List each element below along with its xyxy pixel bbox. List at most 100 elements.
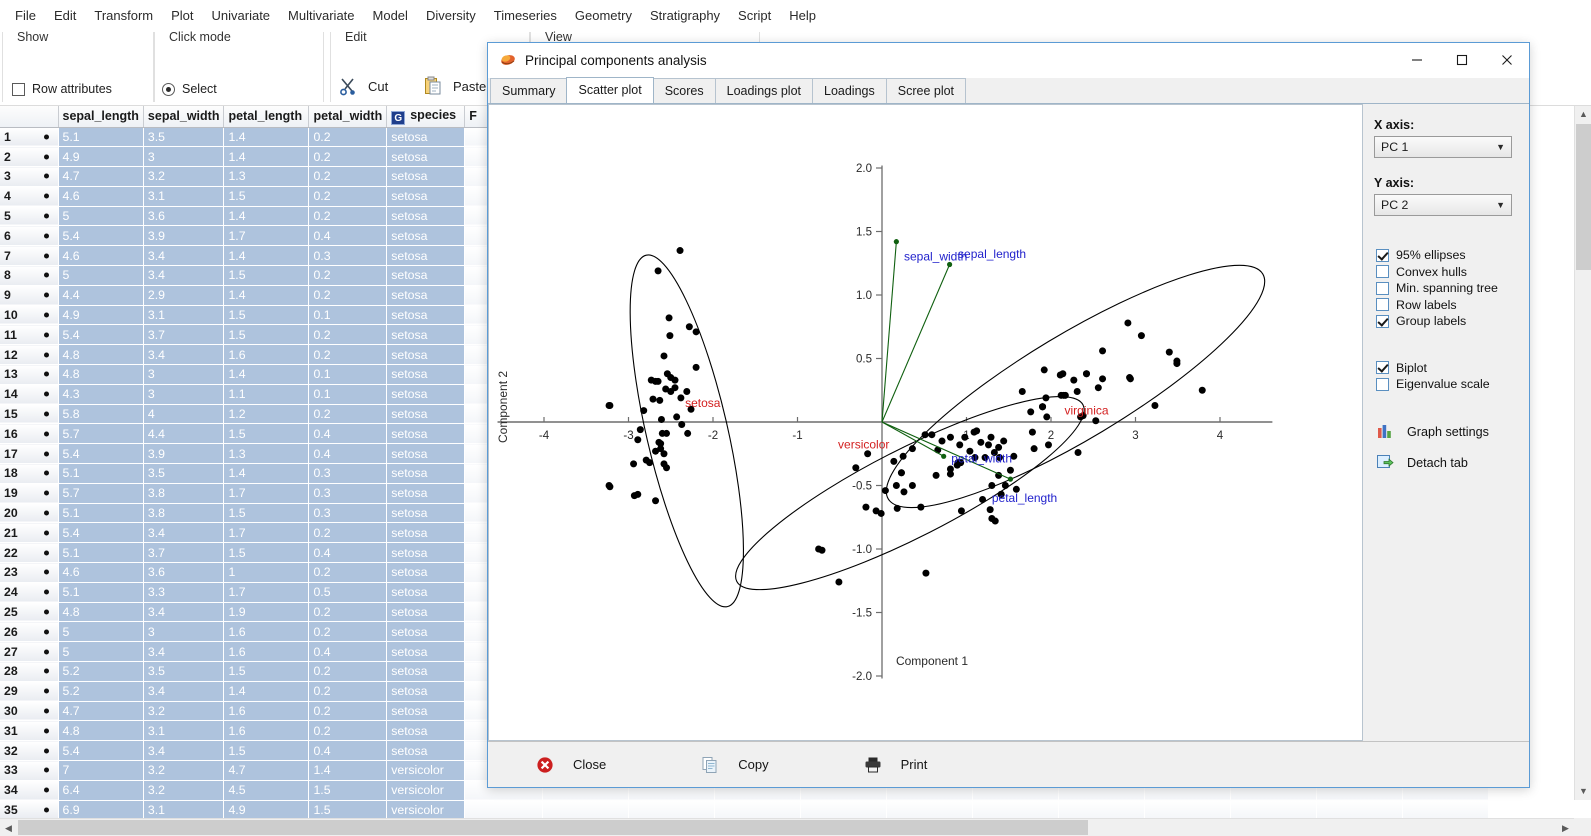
table-cell[interactable]: setosa (386, 225, 466, 247)
table-cell[interactable]: setosa (386, 602, 466, 623)
table-cell[interactable]: 3 (143, 146, 225, 168)
checkbox-biplot[interactable]: Biplot (1376, 361, 1529, 375)
table-cell[interactable]: setosa (386, 621, 466, 643)
tab-loadings-plot[interactable]: Loadings plot (714, 78, 813, 103)
row-header[interactable]: 23 (0, 562, 59, 583)
table-cell[interactable]: 0.2 (308, 127, 388, 148)
table-cell-empty[interactable] (628, 800, 716, 818)
table-cell[interactable]: 3.1 (143, 720, 225, 742)
table-cell[interactable]: 3.9 (143, 443, 225, 465)
row-header[interactable]: 26 (0, 621, 59, 643)
radio-button-select[interactable] (162, 82, 175, 96)
row-header[interactable]: 19 (0, 483, 59, 504)
minimize-button[interactable] (1394, 43, 1439, 77)
table-cell[interactable]: 4.4 (143, 423, 225, 445)
table-cell[interactable]: setosa (386, 641, 466, 663)
table-cell[interactable]: 3.1 (143, 186, 225, 207)
table-cell[interactable]: 1.5 (223, 503, 310, 524)
table-cell[interactable]: 1.4 (223, 146, 310, 168)
row-header[interactable]: 27 (0, 641, 59, 663)
table-cell[interactable]: 0.2 (308, 621, 388, 643)
table-cell[interactable]: setosa (386, 285, 466, 306)
menu-item-univariate[interactable]: Univariate (203, 4, 280, 27)
table-cell[interactable]: setosa (386, 740, 466, 761)
checkbox-box-row-labels[interactable] (1376, 298, 1389, 311)
menu-item-timeseries[interactable]: Timeseries (485, 4, 566, 27)
menu-item-multivariate[interactable]: Multivariate (279, 4, 363, 27)
checkbox-box-biplot[interactable] (1376, 361, 1389, 374)
table-cell[interactable]: 5 (58, 641, 144, 663)
x-axis-select[interactable]: PC 1 ▼ (1374, 136, 1512, 158)
row-header[interactable]: 35 (0, 800, 59, 818)
vertical-scrollbar[interactable]: ▲ ▼ (1574, 106, 1591, 800)
table-cell[interactable]: 0.2 (308, 186, 388, 207)
table-cell[interactable]: 1.6 (223, 720, 310, 742)
table-cell[interactable]: versicolor (386, 780, 466, 801)
table-cell[interactable]: 4.6 (58, 562, 144, 583)
table-cell[interactable]: 0.2 (308, 166, 388, 187)
menu-item-plot[interactable]: Plot (162, 4, 202, 27)
table-cell[interactable]: setosa (386, 384, 466, 405)
table-cell-empty[interactable] (1058, 800, 1146, 818)
table-cell[interactable]: 1.7 (223, 483, 310, 504)
table-cell[interactable]: 4.4 (58, 285, 144, 306)
table-cell[interactable]: setosa (386, 483, 466, 504)
table-cell[interactable]: 1.5 (223, 423, 310, 445)
graph-settings-button[interactable]: Graph settings (1376, 422, 1529, 442)
table-cell[interactable]: 0.3 (308, 463, 388, 484)
table-cell[interactable]: 3.5 (143, 463, 225, 484)
row-header[interactable]: 20 (0, 503, 59, 524)
table-cell[interactable]: setosa (386, 344, 466, 366)
table-cell[interactable]: 3 (143, 364, 225, 385)
row-header[interactable]: 24 (0, 582, 59, 603)
table-cell[interactable]: 1.5 (223, 305, 310, 326)
radio-select[interactable]: Select (162, 82, 217, 96)
table-cell[interactable]: 7 (58, 760, 144, 781)
table-cell-empty[interactable] (1316, 800, 1404, 818)
table-cell[interactable]: 0.2 (308, 146, 388, 168)
table-cell-empty[interactable] (1402, 800, 1490, 818)
table-cell[interactable]: 4.8 (58, 720, 144, 742)
table-cell[interactable]: 0.4 (308, 423, 388, 445)
close-button[interactable] (1484, 43, 1529, 77)
table-cell[interactable]: setosa (386, 146, 466, 168)
row-header[interactable]: 33 (0, 760, 59, 781)
row-header[interactable]: 22 (0, 542, 59, 564)
table-cell-empty[interactable] (542, 800, 630, 818)
table-cell[interactable]: setosa (386, 542, 466, 564)
table-cell[interactable]: 1.5 (223, 542, 310, 564)
footer-close-button[interactable]: Close (535, 755, 606, 775)
tab-loadings[interactable]: Loadings (812, 78, 887, 103)
row-header[interactable]: 6 (0, 225, 59, 247)
checkbox-box-row-attributes[interactable] (12, 82, 25, 96)
vertical-scroll-thumb[interactable] (1576, 124, 1591, 270)
row-header[interactable]: 28 (0, 661, 59, 682)
table-cell[interactable]: 4.7 (58, 166, 144, 187)
table-cell[interactable]: 0.2 (308, 285, 388, 306)
horizontal-scrollbar[interactable]: ◀ ▶ (0, 818, 1591, 836)
table-cell[interactable]: 3.2 (143, 780, 225, 801)
row-header[interactable]: 18 (0, 463, 59, 484)
row-header[interactable]: 31 (0, 720, 59, 742)
table-cell[interactable]: 4.9 (58, 305, 144, 326)
row-header[interactable]: 12 (0, 344, 59, 366)
table-cell[interactable]: 5.1 (58, 503, 144, 524)
menu-item-diversity[interactable]: Diversity (417, 4, 485, 27)
menu-item-transform[interactable]: Transform (85, 4, 162, 27)
column-header-petal-length[interactable]: petal_length (223, 106, 310, 128)
table-cell[interactable]: 1.4 (223, 681, 310, 702)
row-header[interactable]: 3 (0, 166, 59, 187)
menu-item-geometry[interactable]: Geometry (566, 4, 641, 27)
table-cell[interactable]: 3.7 (143, 542, 225, 564)
tab-summary[interactable]: Summary (490, 78, 568, 103)
table-cell[interactable]: 3 (143, 384, 225, 405)
table-cell[interactable]: setosa (386, 503, 466, 524)
table-cell[interactable]: setosa (386, 324, 466, 346)
row-header[interactable]: 29 (0, 681, 59, 702)
table-cell[interactable]: 1.7 (223, 522, 310, 544)
column-header-species[interactable]: Gspecies (386, 106, 466, 128)
tab-scores[interactable]: Scores (652, 78, 716, 103)
table-cell-empty[interactable] (464, 800, 544, 818)
table-cell[interactable]: setosa (386, 206, 466, 227)
table-cell[interactable]: 1.5 (223, 265, 310, 286)
